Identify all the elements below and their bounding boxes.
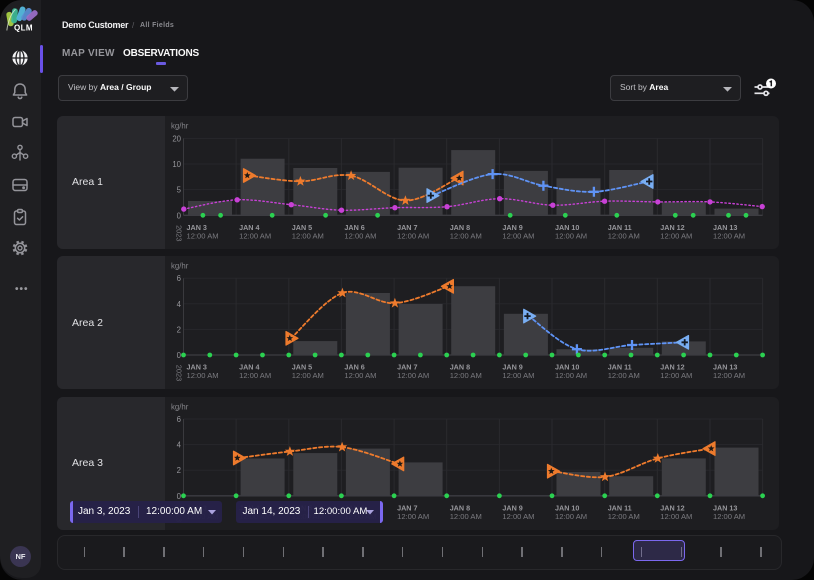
svg-text:12:00 AM: 12:00 AM [555, 232, 587, 241]
svg-text:JAN 11: JAN 11 [608, 223, 632, 232]
svg-text:4: 4 [177, 440, 182, 449]
svg-text:12:00 AM: 12:00 AM [660, 371, 692, 380]
svg-text:12:00 AM: 12:00 AM [187, 371, 219, 380]
svg-text:12:00 AM: 12:00 AM [187, 232, 219, 241]
svg-text:12:00 AM: 12:00 AM [713, 232, 745, 241]
svg-text:QLM: QLM [14, 24, 33, 33]
svg-text:12:00 AM: 12:00 AM [450, 371, 482, 380]
svg-text:2: 2 [177, 325, 181, 334]
svg-text:kg/hr: kg/hr [171, 262, 189, 271]
svg-text:12:00 AM: 12:00 AM [608, 512, 640, 521]
svg-text:12:00 AM: 12:00 AM [239, 371, 271, 380]
svg-text:12:00 AM: 12:00 AM [397, 371, 429, 380]
svg-text:kg/hr: kg/hr [171, 402, 189, 411]
svg-text:JAN 9: JAN 9 [502, 503, 522, 512]
svg-text:JAN 6: JAN 6 [344, 363, 364, 372]
svg-text:12:00 AM: 12:00 AM [713, 371, 745, 380]
svg-text:6: 6 [177, 415, 181, 424]
svg-text:JAN 4: JAN 4 [239, 223, 259, 232]
svg-text:12:00 AM: 12:00 AM [292, 232, 324, 241]
svg-text:JAN 9: JAN 9 [502, 223, 522, 232]
svg-text:JAN 10: JAN 10 [555, 223, 579, 232]
svg-text:4: 4 [177, 300, 182, 309]
svg-text:JAN 11: JAN 11 [608, 503, 632, 512]
svg-text:JAN 9: JAN 9 [502, 363, 522, 372]
svg-text:JAN 6: JAN 6 [344, 223, 364, 232]
svg-text:6: 6 [177, 274, 181, 283]
svg-text:JAN 3: JAN 3 [187, 223, 207, 232]
svg-text:12:00 AM: 12:00 AM [344, 232, 376, 241]
svg-text:12:00 AM: 12:00 AM [608, 232, 640, 241]
svg-text:JAN 7: JAN 7 [397, 223, 417, 232]
svg-text:JAN 8: JAN 8 [450, 223, 470, 232]
svg-text:0: 0 [177, 351, 182, 360]
svg-text:2023: 2023 [175, 225, 184, 241]
svg-text:12:00 AM: 12:00 AM [292, 371, 324, 380]
svg-text:JAN 5: JAN 5 [292, 223, 312, 232]
svg-text:JAN 10: JAN 10 [555, 503, 579, 512]
svg-text:JAN 8: JAN 8 [450, 503, 470, 512]
svg-text:2: 2 [177, 466, 181, 475]
svg-text:12:00 AM: 12:00 AM [397, 232, 429, 241]
svg-text:JAN 10: JAN 10 [555, 363, 579, 372]
svg-text:JAN 13: JAN 13 [713, 363, 737, 372]
svg-text:12:00 AM: 12:00 AM [608, 371, 640, 380]
svg-text:12:00 AM: 12:00 AM [450, 232, 482, 241]
svg-text:JAN 7: JAN 7 [397, 503, 417, 512]
svg-text:12:00 AM: 12:00 AM [660, 512, 692, 521]
svg-text:JAN 13: JAN 13 [713, 223, 737, 232]
svg-text:JAN 5: JAN 5 [292, 363, 312, 372]
svg-text:JAN 13: JAN 13 [713, 503, 737, 512]
svg-text:kg/hr: kg/hr [171, 122, 189, 131]
svg-text:12:00 AM: 12:00 AM [660, 232, 692, 241]
svg-text:JAN 12: JAN 12 [660, 503, 684, 512]
svg-text:12:00 AM: 12:00 AM [713, 512, 745, 521]
svg-text:12:00 AM: 12:00 AM [239, 232, 271, 241]
svg-text:20: 20 [172, 134, 181, 143]
svg-text:10: 10 [172, 160, 181, 169]
svg-text:JAN 3: JAN 3 [187, 363, 207, 372]
svg-text:JAN 8: JAN 8 [450, 363, 470, 372]
svg-text:12:00 AM: 12:00 AM [450, 512, 482, 521]
svg-text:JAN 7: JAN 7 [397, 363, 417, 372]
svg-text:0: 0 [177, 491, 182, 500]
svg-text:12:00 AM: 12:00 AM [502, 232, 534, 241]
svg-text:0: 0 [177, 211, 182, 220]
svg-text:12:00 AM: 12:00 AM [502, 371, 534, 380]
svg-text:12:00 AM: 12:00 AM [555, 371, 587, 380]
svg-text:2023: 2023 [175, 365, 184, 381]
svg-text:JAN 4: JAN 4 [239, 363, 259, 372]
svg-text:5: 5 [177, 186, 182, 195]
svg-text:12:00 AM: 12:00 AM [397, 512, 429, 521]
svg-text:12:00 AM: 12:00 AM [344, 371, 376, 380]
svg-text:JAN 12: JAN 12 [660, 223, 684, 232]
svg-text:JAN 12: JAN 12 [660, 363, 684, 372]
svg-text:12:00 AM: 12:00 AM [502, 512, 534, 521]
svg-text:JAN 11: JAN 11 [608, 363, 632, 372]
svg-text:12:00 AM: 12:00 AM [555, 512, 587, 521]
